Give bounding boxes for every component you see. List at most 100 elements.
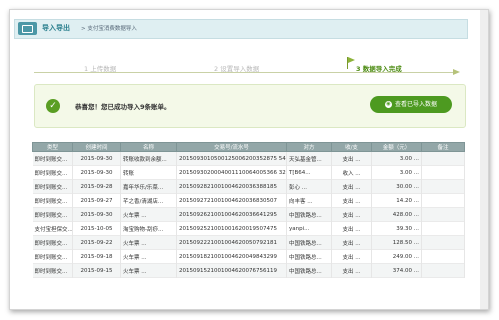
cell-date: 2015-09-27 xyxy=(72,193,121,208)
cell-direction: 支出 ... xyxy=(331,207,372,222)
cell-remark xyxy=(421,263,465,278)
cell-trade-no: 2015091821001004620049843299 xyxy=(176,249,287,264)
cell-counterparty: 向丰客 ... xyxy=(286,193,332,208)
cell-direction: 支出 ... xyxy=(331,235,372,250)
cell-name: 嘉年华乐/乐菜... xyxy=(120,179,177,194)
eye-icon: ◉ xyxy=(384,101,392,108)
cell-type: 支付宝担保交... xyxy=(32,221,73,236)
cell-remark xyxy=(421,235,465,250)
cell-amount: 3.00 ... xyxy=(371,151,422,166)
table-row[interactable]: 即时到账交... 2015-09-15 火车票 ... 201509152100… xyxy=(32,263,465,278)
cell-direction: 收入 ... xyxy=(331,165,372,180)
cell-name: 火车票 ... xyxy=(120,207,177,222)
cell-direction: 支出 ... xyxy=(331,179,372,194)
cell-name: 转账 xyxy=(120,165,177,180)
cell-date: 2015-09-22 xyxy=(72,235,121,250)
col-trade-no: 交易号/流水号 xyxy=(176,142,287,152)
cell-remark xyxy=(421,193,465,208)
cell-name: 火车票 ... xyxy=(120,263,177,278)
cell-date: 2015-09-30 xyxy=(72,207,121,222)
cell-counterparty: 中国铁路总... xyxy=(286,263,332,278)
flag-icon xyxy=(346,57,356,69)
cell-trade-no: 2015092821001004620036388185 xyxy=(176,179,287,194)
cell-type: 即时到账交... xyxy=(32,179,73,194)
col-type: 类型 xyxy=(32,142,73,152)
cell-trade-no: 2015092521001001620019507475 xyxy=(176,221,287,236)
cell-name: 火车票 ... xyxy=(120,249,177,264)
cell-counterparty: 中国铁路总... xyxy=(286,235,332,250)
cell-remark xyxy=(421,249,465,264)
cell-remark xyxy=(421,207,465,222)
cell-name: 淘宝购物-刮痧... xyxy=(120,221,177,236)
breadcrumb[interactable]: > 支付宝消费数据导入 xyxy=(81,24,137,32)
cell-counterparty: yanpi... xyxy=(286,221,332,236)
cell-name: 芊之香/清湖店... xyxy=(120,193,177,208)
col-counterparty: 对方 xyxy=(286,142,332,152)
cell-date: 2015-09-28 xyxy=(72,179,121,194)
col-remark: 备注 xyxy=(421,142,465,152)
cell-direction: 支出 ... xyxy=(331,193,372,208)
cell-date: 2015-09-15 xyxy=(72,263,121,278)
cell-counterparty: 中国铁路总... xyxy=(286,207,332,222)
table-row[interactable]: 即时到账交... 2015-09-30 火车票 ... 201509262100… xyxy=(32,207,465,222)
cell-remark xyxy=(421,221,465,236)
cell-remark xyxy=(421,179,465,194)
cell-trade-no: 2015091521001004620076756119 xyxy=(176,263,287,278)
cell-amount: 3.00 ... xyxy=(371,165,422,180)
cell-type: 即时到账交... xyxy=(32,235,73,250)
cell-trade-no: 2015092221001004620050792181 xyxy=(176,235,287,250)
view-imported-label: 查看已导入数据 xyxy=(394,101,437,108)
cell-type: 即时到账交... xyxy=(32,165,73,180)
table-header: 类型 创建时间 名称 交易号/流水号 对方 收/支 金额（元） 备注 xyxy=(32,142,465,152)
cell-amount: 374.00 ... xyxy=(371,263,422,278)
table-row[interactable]: 即时到账交... 2015-09-30 转账收款到余额... 201509301… xyxy=(32,151,465,166)
table-row[interactable]: 即时到账交... 2015-09-27 芊之香/清湖店... 201509272… xyxy=(32,193,465,208)
cell-type: 即时到账交... xyxy=(32,207,73,222)
col-created: 创建时间 xyxy=(72,142,121,152)
cell-trade-no: 2015093010500125006200352875 54... xyxy=(176,151,287,166)
table-row[interactable]: 即时到账交... 2015-09-18 火车票 ... 201509182100… xyxy=(32,249,465,264)
table-row[interactable]: 即时到账交... 2015-09-30 转账 20150930200040011… xyxy=(32,165,465,180)
step-line xyxy=(34,72,454,73)
cell-amount: 30.00 ... xyxy=(371,179,422,194)
cell-trade-no: 2015092721001004620036830507 xyxy=(176,193,287,208)
success-panel: ✓ 恭喜您！您已成功导入9条账单。 ◉ 查看已导入数据 xyxy=(34,84,466,128)
page-title: 导入导出 xyxy=(42,24,70,32)
cell-date: 2015-09-30 xyxy=(72,165,121,180)
cell-amount: 249.00 ... xyxy=(371,249,422,264)
cell-direction: 支出 ... xyxy=(331,249,372,264)
cell-type: 即时到账交... xyxy=(32,151,73,166)
cell-name: 转账收款到余额... xyxy=(120,151,177,166)
cell-name: 火车票 ... xyxy=(120,235,177,250)
cell-type: 即时到账交... xyxy=(32,193,73,208)
col-name: 名称 xyxy=(120,142,177,152)
imported-table: 类型 创建时间 名称 交易号/流水号 对方 收/支 金额（元） 备注 即时到账交… xyxy=(32,142,465,278)
table-row[interactable]: 即时到账交... 2015-09-28 嘉年华乐/乐菜... 201509282… xyxy=(32,179,465,194)
cell-date: 2015-10-05 xyxy=(72,221,121,236)
cell-counterparty: 彭心 ... xyxy=(286,179,332,194)
step-progress: 1 上传数据 2 设置导入数据 3 数据导入完成 xyxy=(34,53,464,83)
table-row[interactable]: 即时到账交... 2015-09-22 火车票 ... 201509222100… xyxy=(32,235,465,250)
cell-counterparty: 中国铁路总... xyxy=(286,249,332,264)
page-header: 导入导出 > 支付宝消费数据导入 xyxy=(14,19,468,39)
import-export-icon xyxy=(18,22,37,35)
cell-date: 2015-09-18 xyxy=(72,249,121,264)
col-direction: 收/支 xyxy=(331,142,372,152)
view-imported-button[interactable]: ◉ 查看已导入数据 xyxy=(370,96,452,113)
cell-direction: 支出 ... xyxy=(331,151,372,166)
table-row[interactable]: 支付宝担保交... 2015-10-05 淘宝购物-刮痧... 20150925… xyxy=(32,221,465,236)
cell-trade-no: 2015093020004001110064005366 327... xyxy=(176,165,287,180)
check-icon: ✓ xyxy=(46,99,60,113)
col-amount: 金额（元） xyxy=(371,142,422,152)
cell-remark xyxy=(421,165,465,180)
cell-direction: 支出 ... xyxy=(331,263,372,278)
cell-amount: 428.00 ... xyxy=(371,207,422,222)
cell-direction: 支出 ... xyxy=(331,221,372,236)
cell-date: 2015-09-30 xyxy=(72,151,121,166)
cell-trade-no: 2015092621001004620036641295 xyxy=(176,207,287,222)
cell-type: 即时到账交... xyxy=(32,263,73,278)
arrow-right-icon xyxy=(453,69,460,75)
cell-amount: 39.30 ... xyxy=(371,221,422,236)
success-message: 恭喜您！您已成功导入9条账单。 xyxy=(75,103,171,111)
scrollbar[interactable] xyxy=(480,10,488,309)
